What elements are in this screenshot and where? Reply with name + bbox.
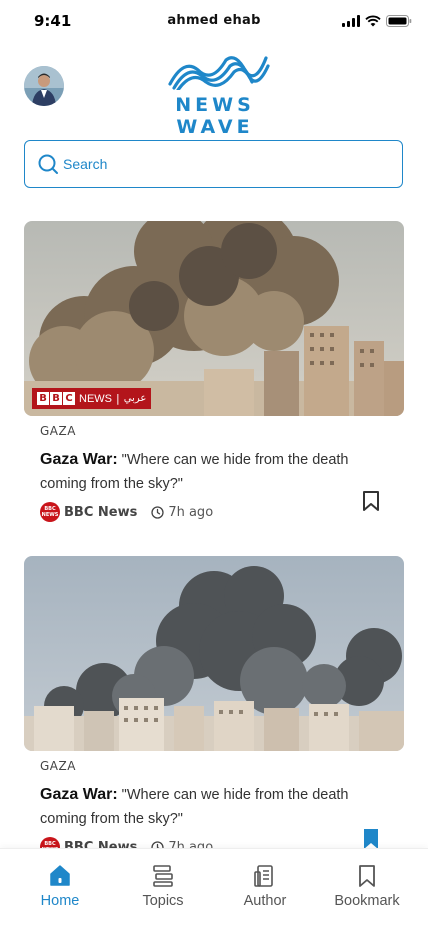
search-bar[interactable]	[24, 140, 403, 188]
article-category: GAZA	[40, 424, 76, 438]
badge-brand: B B C	[37, 392, 75, 405]
status-bar: 9:41 ahmed ehab	[0, 0, 428, 44]
battery-icon	[386, 15, 412, 27]
article-category: GAZA	[40, 759, 76, 773]
nav-home-label: Home	[40, 893, 80, 909]
nav-bookmark[interactable]: Bookmark	[317, 863, 417, 909]
smoke-over-city-image	[24, 221, 404, 416]
bookmark-icon[interactable]	[362, 490, 380, 512]
smoke-over-city-image	[24, 556, 404, 751]
article-headline[interactable]: Gaza War: "Where can we hide from the de…	[40, 448, 380, 496]
article-meta: BBC NEWS BBC News 7h ago	[40, 502, 404, 522]
bbc-news-arabic-badge: B B C NEWS | عربي	[32, 388, 152, 409]
badge-channel: NEWS	[79, 392, 112, 405]
profile-avatar[interactable]	[24, 66, 64, 106]
home-icon	[50, 865, 70, 886]
app-logo: NEWS WAVE	[140, 54, 290, 138]
nav-topics[interactable]: Topics	[113, 863, 213, 909]
nav-author-label: Author	[243, 893, 287, 909]
topics-icon	[153, 865, 173, 887]
article-card[interactable]: GAZA Gaza War: "Where can we hide from t…	[24, 556, 404, 857]
bbc-news-logo-icon: BBC NEWS	[40, 502, 60, 522]
author-icon	[254, 865, 273, 887]
wifi-icon	[365, 15, 381, 27]
search-icon	[38, 154, 58, 174]
bottom-nav: Home Topics Author Bookmark	[0, 848, 428, 926]
headline-bold: Gaza War:	[40, 451, 118, 468]
article-headline[interactable]: Gaza War: "Where can we hide from the de…	[40, 783, 380, 831]
article-image[interactable]	[24, 556, 404, 751]
badge-language: عربي	[123, 393, 147, 404]
time-ago: 7h ago	[168, 504, 214, 520]
nav-bookmark-label: Bookmark	[334, 893, 400, 909]
nav-home[interactable]: Home	[10, 863, 110, 909]
bookmark-icon	[359, 865, 375, 887]
source-name[interactable]: BBC News	[64, 505, 137, 520]
article-card[interactable]: B B C NEWS | عربي GAZA Gaza War: "Where …	[24, 221, 404, 522]
nav-topics-label: Topics	[142, 893, 184, 909]
article-image[interactable]: B B C NEWS | عربي	[24, 221, 404, 416]
bookmark-filled-icon[interactable]	[362, 828, 380, 850]
status-icons	[342, 14, 412, 28]
clock-icon	[151, 505, 164, 519]
search-input[interactable]	[63, 156, 363, 172]
headline-bold: Gaza War:	[40, 786, 118, 803]
logo-text: NEWS WAVE	[175, 94, 255, 138]
cellular-signal-icon	[342, 15, 360, 27]
wave-logo-icon	[168, 56, 270, 90]
nav-author[interactable]: Author	[215, 863, 315, 909]
